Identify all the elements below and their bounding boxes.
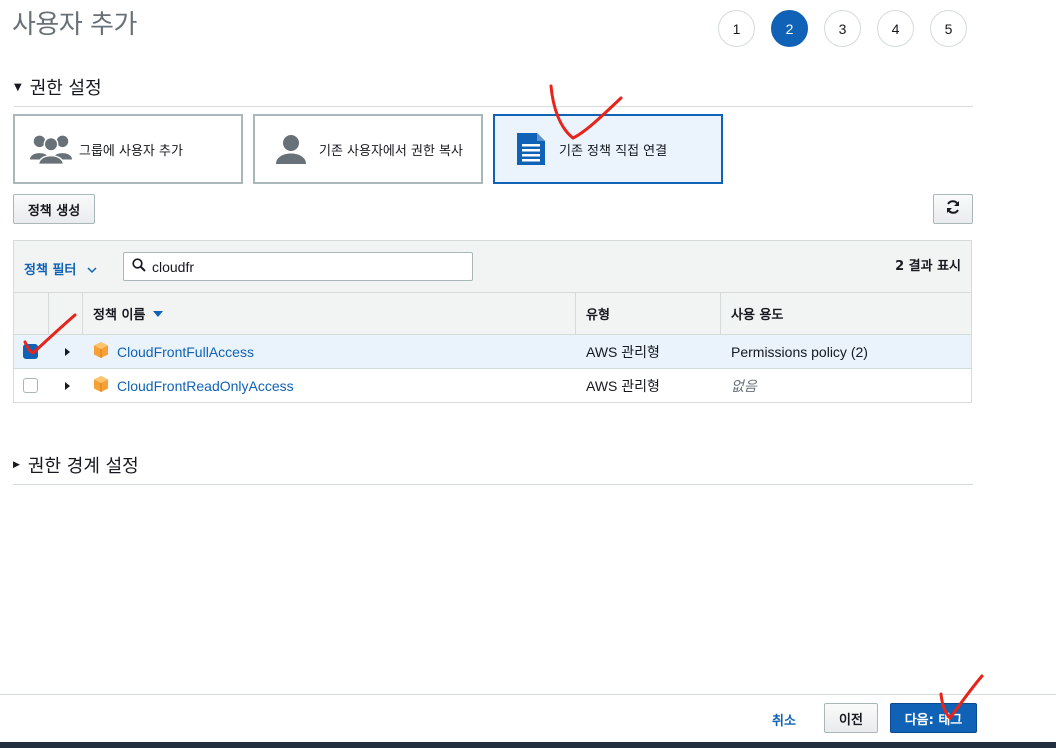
footer-divider [0, 694, 1056, 695]
option-attach-policy[interactable]: 기존 정책 직접 연결 [493, 114, 723, 184]
expand-cell [49, 335, 83, 368]
chevron-down-icon [87, 263, 97, 278]
header-label: 정책 이름 [93, 308, 146, 323]
caret-right-icon: ▶ [13, 460, 20, 470]
policy-name-link[interactable]: CloudFrontFullAccess [117, 344, 254, 360]
user-icon [269, 127, 313, 171]
filter-label: 정책 필터 [24, 263, 77, 278]
previous-button[interactable]: 이전 [824, 703, 878, 733]
step-2[interactable]: 2 [771, 10, 808, 47]
option-label: 기존 사용자에서 권한 복사 [319, 143, 463, 159]
row-checkbox[interactable] [23, 344, 38, 359]
header-expand [49, 293, 83, 334]
step-1[interactable]: 1 [718, 10, 755, 47]
table-header: 정책 이름 유형 사용 용도 [14, 293, 971, 335]
wizard-steps: 1 2 3 4 5 [718, 10, 967, 47]
header-select [14, 293, 49, 334]
caret-down-icon: ▼ [14, 81, 22, 93]
expand-caret-icon[interactable] [65, 381, 70, 390]
policy-type: AWS 관리형 [586, 343, 660, 360]
row-select-cell [14, 335, 49, 368]
refresh-icon [945, 199, 961, 219]
policy-filter-dropdown[interactable]: 정책 필터 [24, 259, 97, 278]
policy-name-link[interactable]: CloudFrontReadOnlyAccess [117, 378, 294, 394]
permissions-boundary-section-header[interactable]: ▶ 권한 경계 설정 [13, 452, 973, 485]
expand-caret-icon[interactable] [65, 347, 70, 356]
policy-name-cell: CloudFrontFullAccess [83, 335, 576, 368]
policy-use: 없음 [731, 377, 757, 394]
table-row[interactable]: CloudFrontReadOnlyAccess AWS 관리형 없음 [14, 369, 971, 403]
table-row[interactable]: CloudFrontFullAccess AWS 관리형 Permissions… [14, 335, 971, 369]
header-use[interactable]: 사용 용도 [721, 293, 971, 334]
group-icon [29, 127, 73, 171]
policy-name-cell: CloudFrontReadOnlyAccess [83, 369, 576, 402]
option-label: 기존 정책 직접 연결 [559, 143, 668, 159]
row-select-cell [14, 369, 49, 402]
document-icon [509, 127, 553, 171]
option-copy-from-user[interactable]: 기존 사용자에서 권한 복사 [253, 114, 483, 184]
section-title: 권한 경계 설정 [27, 456, 139, 477]
filter-bar: 정책 필터 2 결과 표시 [14, 241, 971, 293]
cancel-link[interactable]: 취소 [772, 710, 796, 729]
result-count: 2 결과 표시 [895, 259, 961, 274]
refresh-button[interactable] [933, 194, 973, 224]
create-policy-button[interactable]: 정책 생성 [13, 194, 95, 224]
sort-desc-icon [153, 306, 164, 321]
search-icon [132, 257, 146, 276]
page-title: 사용자 추가 [12, 10, 137, 40]
search-input[interactable] [152, 258, 452, 275]
aws-policy-icon [93, 376, 109, 395]
permissions-section-header[interactable]: ▼ 권한 설정 [14, 74, 973, 107]
section-title: 권한 설정 [29, 78, 102, 99]
row-checkbox[interactable] [23, 378, 38, 393]
option-label: 그룹에 사용자 추가 [79, 143, 183, 159]
header-policy-name[interactable]: 정책 이름 [83, 293, 576, 334]
policy-table: 정책 필터 2 결과 표시 정책 이름 유형 사용 용도 [13, 240, 972, 403]
option-add-to-group[interactable]: 그룹에 사용자 추가 [13, 114, 243, 184]
aws-policy-icon [93, 342, 109, 361]
step-3[interactable]: 3 [824, 10, 861, 47]
next-tags-button[interactable]: 다음: 태그 [890, 703, 977, 733]
search-box [123, 252, 473, 281]
bottom-bar [0, 742, 1056, 748]
step-5[interactable]: 5 [930, 10, 967, 47]
step-4[interactable]: 4 [877, 10, 914, 47]
policy-type: AWS 관리형 [586, 377, 660, 394]
expand-cell [49, 369, 83, 402]
header-type[interactable]: 유형 [576, 293, 721, 334]
policy-use: Permissions policy (2) [731, 343, 868, 360]
